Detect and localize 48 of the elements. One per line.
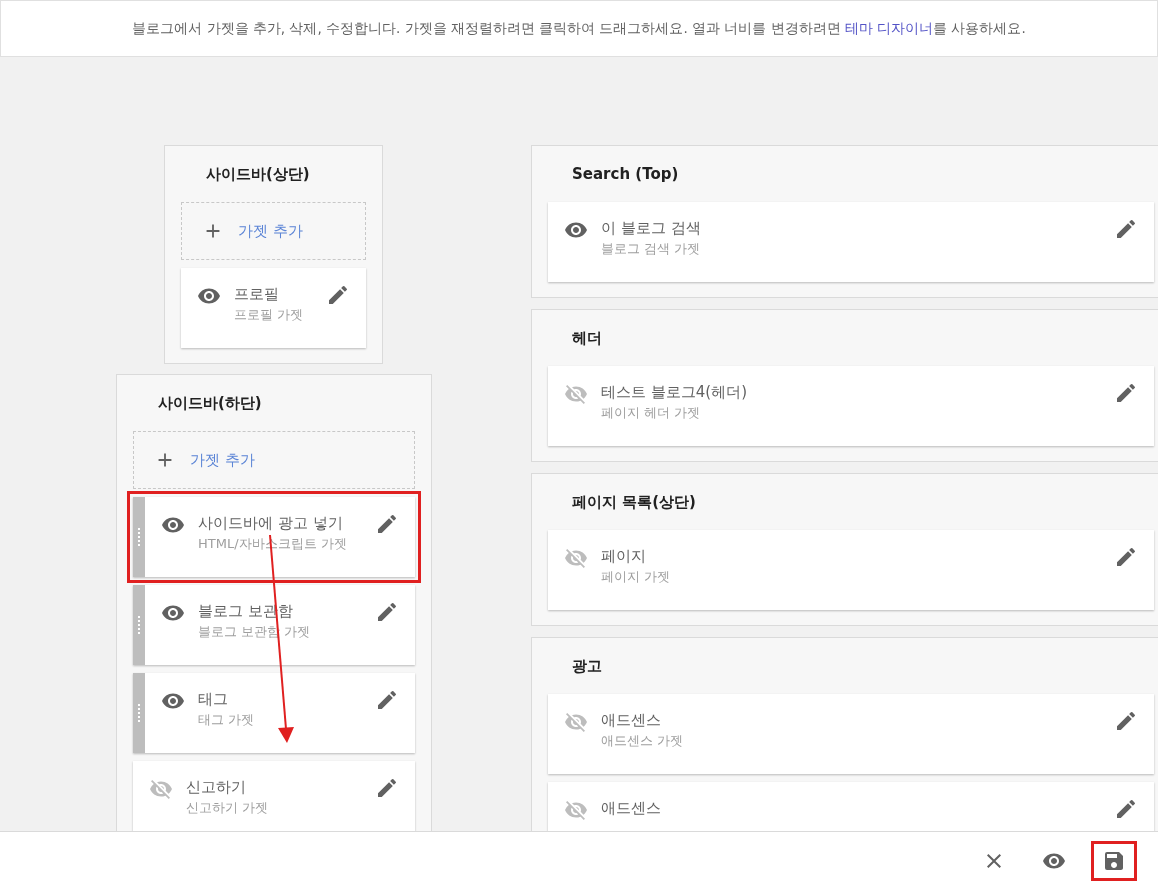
save-button[interactable] [1091,840,1137,881]
edit-icon[interactable] [375,512,399,536]
gadget-title: 페이지 [601,546,647,567]
edit-icon[interactable] [375,600,399,624]
gadget-title: 애드센스 [601,798,662,819]
gadget-type: 페이지 가젯 [601,568,672,586]
gadget-card[interactable]: 태그 태그 가젯 [133,673,415,753]
gadget-title: 프로필 [234,284,280,305]
section-title: 광고 [571,655,603,677]
section-title: 페이지 목록(상단) [571,491,697,513]
gadget-title: 이 블로그 검색 [601,218,702,239]
gadget-type: 신고하기 가젯 [186,799,270,817]
gadget-card[interactable]: 테스트 블로그4(헤더) 페이지 헤더 가젯 [548,366,1154,446]
edit-icon[interactable] [375,688,399,712]
gadget-card[interactable]: 이 블로그 검색 블로그 검색 가젯 [548,202,1154,282]
add-gadget-button[interactable]: 가젯 추가 [181,202,366,260]
section-title: 사이드바(하단) [157,392,263,414]
gadget-card[interactable]: 신고하기 신고하기 가젯 [133,761,415,831]
gadget-card[interactable]: 애드센스 [548,782,1154,831]
gadget-type: 페이지 헤더 가젯 [601,404,702,422]
gadget-title: 태그 [198,689,229,710]
gadget-type: 블로그 검색 가젯 [601,240,702,258]
drag-handle[interactable] [133,673,145,753]
drag-handle[interactable] [133,585,145,665]
gadget-card[interactable]: 프로필 프로필 가젯 [181,268,366,348]
notice-text: 블로그에서 가젯을 추가, 삭제, 수정합니다. 가젯을 재정렬하려면 클릭하여 드래그하세요. 열과 너비를 변경하려면 테마 디자이너 를 사용하세요. [132,19,1026,39]
gadget-title: 신고하기 [186,777,247,798]
edit-icon[interactable] [1114,797,1138,821]
gadget-title: 애드센스 [601,710,662,731]
gadget-type: 프로필 가젯 [234,306,305,324]
gadget-card[interactable]: 페이지 페이지 가젯 [548,530,1154,610]
section-title: 사이드바(상단) [205,163,311,185]
edit-icon[interactable] [1114,381,1138,405]
edit-icon[interactable] [1114,709,1138,733]
gadget-title: 테스트 블로그4(헤더) [601,382,748,403]
gadget-card[interactable]: 애드센스 애드센스 가젯 [548,694,1154,774]
drag-handle[interactable] [133,497,145,577]
edit-icon[interactable] [1114,217,1138,241]
edit-icon[interactable] [375,776,399,800]
theme-designer-link[interactable]: 테마 디자이너 [844,20,934,37]
add-gadget-button[interactable]: 가젯 추가 [133,431,415,489]
edit-icon[interactable] [326,283,350,307]
edit-icon[interactable] [1114,545,1138,569]
section-title: 헤더 [571,327,603,349]
gadget-title: 사이드바에 광고 넣기 [198,513,344,534]
gadget-type: 태그 가젯 [198,711,256,729]
gadget-type: 애드센스 가젯 [601,732,685,750]
section-title: Search (Top) [571,163,680,185]
